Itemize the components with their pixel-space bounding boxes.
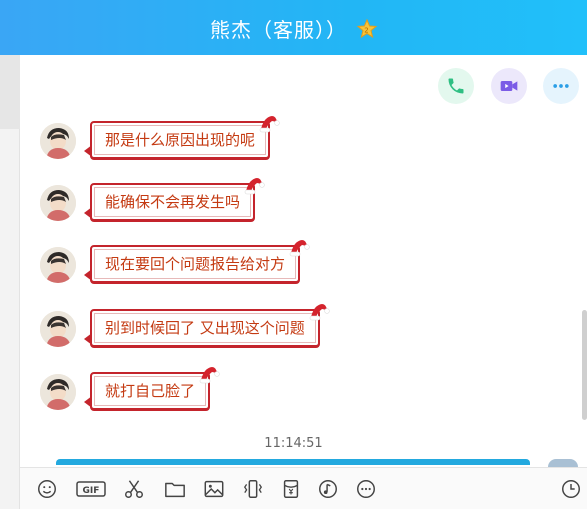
scissors-icon bbox=[125, 480, 143, 498]
more-options-button[interactable] bbox=[543, 68, 579, 104]
sender-avatar[interactable] bbox=[40, 311, 76, 347]
user-avatar-icon bbox=[40, 311, 76, 347]
send-file-button[interactable] bbox=[164, 478, 186, 500]
more-circle-icon bbox=[357, 480, 375, 498]
message-bubble[interactable]: 别到时候回了 又出现这个问题 bbox=[84, 304, 330, 347]
message-scrollbar[interactable] bbox=[582, 310, 587, 420]
gif-button[interactable]: GIF bbox=[76, 478, 106, 500]
video-camera-icon bbox=[500, 81, 518, 91]
sender-avatar[interactable] bbox=[40, 247, 76, 283]
send-image-button[interactable] bbox=[203, 478, 225, 500]
santa-hat-icon bbox=[244, 178, 265, 195]
sender-avatar[interactable] bbox=[40, 185, 76, 221]
chat-window: 熊杰（客服）） 2 那是什么原因出现的呢 能确保不会再发生吗现在要回个问题报告给对… bbox=[0, 0, 587, 509]
red-packet-icon bbox=[283, 480, 299, 498]
vibrate-icon bbox=[243, 480, 263, 498]
my-avatar[interactable] bbox=[548, 459, 578, 467]
star-badge-icon[interactable]: 2 bbox=[356, 18, 378, 39]
video-call-button[interactable] bbox=[491, 68, 527, 104]
bubble-decoration bbox=[243, 175, 265, 197]
user-avatar-icon bbox=[40, 374, 76, 410]
message-text: 那是什么原因出现的呢 bbox=[105, 131, 256, 149]
santa-hat-icon bbox=[289, 240, 310, 257]
bubble-tail bbox=[84, 259, 92, 281]
user-avatar-icon bbox=[40, 123, 76, 159]
sender-avatar[interactable] bbox=[40, 123, 76, 159]
folder-icon bbox=[165, 482, 185, 498]
bubble-tail bbox=[84, 135, 92, 157]
music-icon bbox=[319, 480, 337, 498]
title-bar: 熊杰（客服）） 2 bbox=[0, 0, 587, 55]
message-text: 别到时候回了 又出现这个问题 bbox=[105, 319, 305, 337]
bubble-decoration bbox=[258, 113, 280, 135]
bubble-tail bbox=[84, 323, 92, 345]
bubble-decoration bbox=[308, 301, 330, 323]
message-bubble[interactable]: 现在要回个问题报告给对方 bbox=[84, 240, 310, 283]
voice-call-button[interactable] bbox=[438, 68, 474, 104]
shake-window-button[interactable] bbox=[242, 478, 264, 500]
santa-hat-icon bbox=[199, 367, 220, 384]
bubble-tail bbox=[84, 197, 92, 219]
message-bubble[interactable]: 能确保不会再发生吗 bbox=[84, 178, 265, 221]
message-text: 现在要回个问题报告给对方 bbox=[105, 255, 286, 273]
phone-icon bbox=[448, 78, 464, 94]
gif-icon: GIF bbox=[76, 481, 106, 497]
bubble-decoration bbox=[198, 364, 220, 386]
screenshot-button[interactable] bbox=[123, 478, 145, 500]
ellipsis-icon bbox=[553, 84, 569, 88]
message-bubble[interactable]: 那是什么原因出现的呢 bbox=[84, 116, 280, 159]
santa-hat-icon bbox=[259, 116, 280, 133]
red-packet-button[interactable] bbox=[280, 478, 302, 500]
santa-hat-icon bbox=[309, 304, 330, 321]
clock-icon bbox=[562, 480, 580, 498]
history-button[interactable] bbox=[560, 478, 582, 500]
more-tools-button[interactable] bbox=[355, 478, 377, 500]
message-text: 就打自己脸了 bbox=[105, 382, 196, 400]
sender-avatar[interactable] bbox=[40, 374, 76, 410]
message-text: 能确保不会再发生吗 bbox=[105, 193, 241, 211]
message-timestamp: 11:14:51 bbox=[264, 436, 323, 451]
image-icon bbox=[204, 480, 224, 498]
message-bubble[interactable]: 就打自己脸了 bbox=[84, 367, 220, 410]
outgoing-message-bubble[interactable] bbox=[56, 459, 530, 465]
music-button[interactable] bbox=[317, 478, 339, 500]
svg-text:2: 2 bbox=[364, 27, 369, 35]
bubble-decoration bbox=[288, 237, 310, 259]
gif-label: GIF bbox=[83, 486, 100, 496]
contact-title: 熊杰（客服）） 2 bbox=[0, 14, 587, 43]
contact-name: 熊杰（客服）） bbox=[210, 18, 347, 42]
user-avatar-icon bbox=[40, 185, 76, 221]
smiley-icon bbox=[38, 480, 56, 498]
input-toolbar: GIF bbox=[20, 467, 587, 509]
emoji-button[interactable] bbox=[36, 478, 58, 500]
selected-contact-item[interactable] bbox=[0, 55, 20, 129]
bubble-tail bbox=[84, 386, 92, 408]
user-avatar-icon bbox=[40, 247, 76, 283]
